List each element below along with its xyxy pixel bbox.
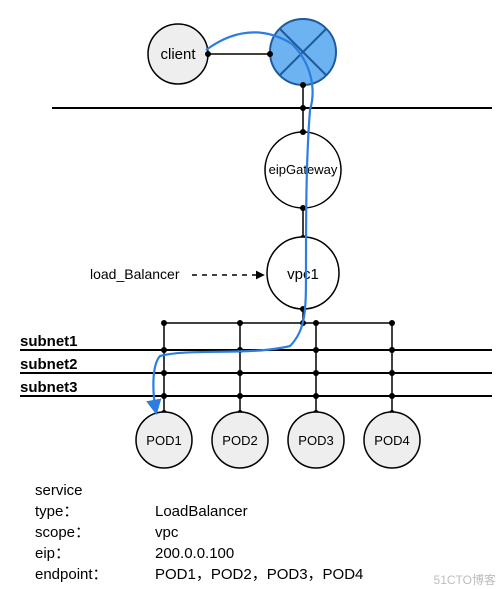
service-type-label: type：	[35, 503, 78, 520]
subnet2-label: subnet2	[20, 356, 78, 373]
connector-boundary-to-gateway	[300, 108, 306, 135]
pod1-node: POD1	[136, 412, 192, 468]
subnet1-label: subnet1	[20, 333, 78, 350]
watermark-text: 51CTO博客	[434, 572, 496, 587]
vpc-node: vpc1	[267, 237, 339, 309]
service-header: service	[35, 482, 83, 499]
vpc-bus	[161, 320, 395, 416]
eip-gateway-node: eipGateway	[265, 132, 341, 208]
pod1-label: POD1	[146, 433, 181, 448]
connector-cross-to-boundary	[300, 82, 306, 111]
pod3-node: POD3	[288, 412, 344, 468]
pod4-label: POD4	[374, 433, 409, 448]
eip-cross-node	[270, 19, 336, 85]
pod4-node: POD4	[364, 412, 420, 468]
load-balancer-pointer: load_Balancer	[90, 266, 263, 282]
traffic-flow-path	[153, 32, 312, 412]
eip-gateway-label: eipGateway	[269, 162, 338, 177]
service-type-value: LoadBalancer	[155, 503, 248, 520]
service-scope-value: vpc	[155, 524, 179, 541]
service-endpoint-value: POD1，POD2，POD3，POD4	[155, 566, 363, 583]
vpc-label: vpc1	[287, 266, 319, 283]
service-eip-value: 200.0.0.100	[155, 545, 234, 562]
subnet3-label: subnet3	[20, 379, 78, 396]
pod2-node: POD2	[212, 412, 268, 468]
client-node: client	[148, 24, 208, 84]
pod2-label: POD2	[222, 433, 257, 448]
client-label: client	[160, 46, 196, 63]
service-block: service type： LoadBalancer scope： vpc ei…	[35, 482, 363, 583]
subnet-lines: subnet1 subnet2 subnet3	[20, 333, 492, 399]
connector-client-to-cross	[205, 51, 273, 57]
service-endpoint-label: endpoint：	[35, 566, 108, 583]
pod-nodes: POD1 POD2 POD3 POD4	[136, 412, 420, 468]
service-scope-label: scope：	[35, 524, 90, 541]
load-balancer-label: load_Balancer	[90, 266, 180, 282]
service-eip-label: eip：	[35, 545, 70, 562]
pod3-label: POD3	[298, 433, 333, 448]
